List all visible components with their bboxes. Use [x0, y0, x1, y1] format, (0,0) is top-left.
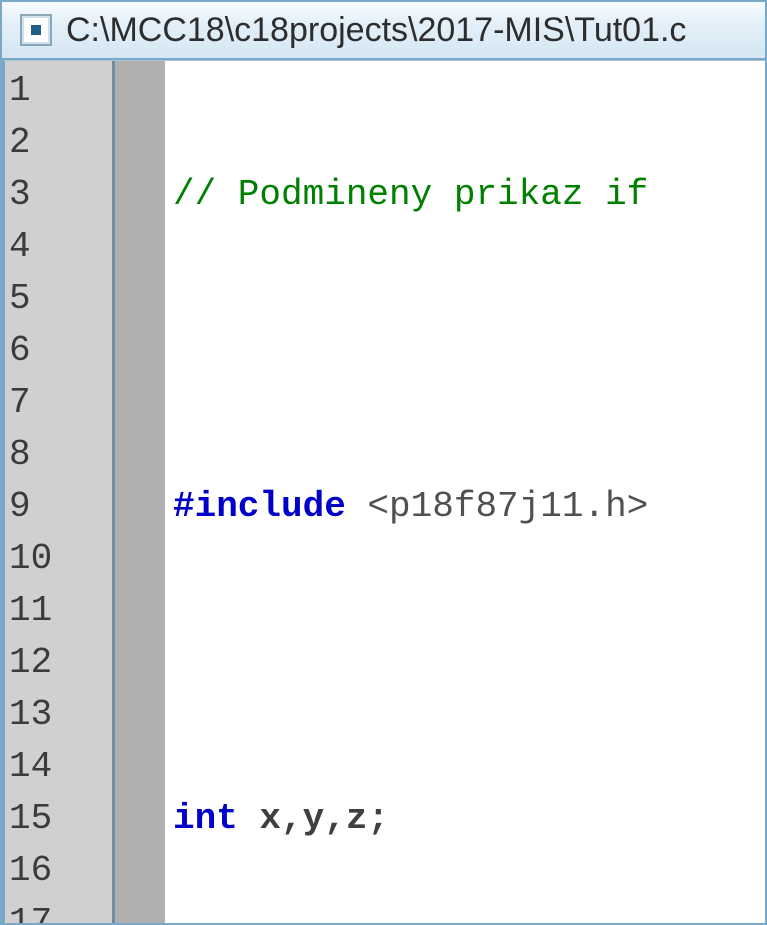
line-number: 14 [9, 741, 112, 793]
gutter-margin [115, 61, 165, 923]
line-number: 10 [9, 533, 112, 585]
line-number: 12 [9, 637, 112, 689]
line-number: 13 [9, 689, 112, 741]
line-number: 4 [9, 221, 112, 273]
line-number: 1 [9, 65, 112, 117]
code-text: x,y,z; [238, 798, 389, 839]
line-number: 3 [9, 169, 112, 221]
code-pane[interactable]: // Podmineny prikaz if #include <p18f87j… [165, 61, 765, 923]
comment: // Podmineny prikaz if [173, 174, 648, 215]
editor-window: C:\MCC18\c18projects\2017-MIS\Tut01.c 1 … [0, 0, 767, 925]
titlebar[interactable]: C:\MCC18\c18projects\2017-MIS\Tut01.c [2, 2, 765, 60]
line-number: 17 [9, 897, 112, 923]
preprocessor: #include [173, 486, 346, 527]
code-line[interactable] [173, 325, 765, 377]
include-target: <p18f87j11.h> [346, 486, 648, 527]
window-title: C:\MCC18\c18projects\2017-MIS\Tut01.c [66, 11, 686, 50]
line-number: 6 [9, 325, 112, 377]
line-number: 11 [9, 585, 112, 637]
keyword: int [173, 798, 238, 839]
code-line[interactable]: // Podmineny prikaz if [173, 169, 765, 221]
line-number-gutter: 1 2 3 4 5 6 7 8 9 10 11 12 13 14 15 16 1… [5, 61, 115, 923]
line-number: 8 [9, 429, 112, 481]
editor-area[interactable]: 1 2 3 4 5 6 7 8 9 10 11 12 13 14 15 16 1… [2, 60, 765, 923]
line-number: 15 [9, 793, 112, 845]
code-line[interactable] [173, 637, 765, 689]
line-number: 9 [9, 481, 112, 533]
line-number: 5 [9, 273, 112, 325]
code-line[interactable]: int x,y,z; [173, 793, 765, 845]
line-number: 7 [9, 377, 112, 429]
file-icon [20, 14, 52, 46]
code-line[interactable]: #include <p18f87j11.h> [173, 481, 765, 533]
line-number: 2 [9, 117, 112, 169]
line-number: 16 [9, 845, 112, 897]
